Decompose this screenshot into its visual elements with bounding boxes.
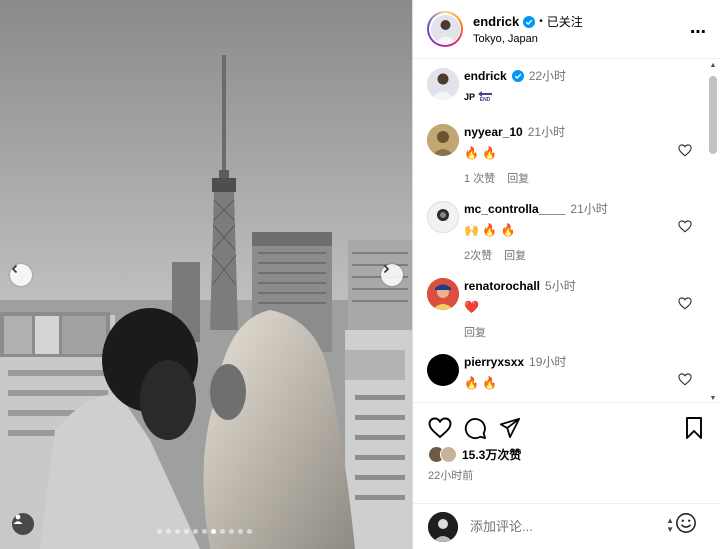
scrollbar-thumb[interactable] <box>709 76 717 154</box>
comment-username[interactable]: nyyear_10 <box>464 124 523 140</box>
comment-time[interactable]: 21小时 <box>570 201 607 217</box>
author-username[interactable]: endrick <box>473 14 519 29</box>
comment-username[interactable]: mc_controlla____ <box>464 201 565 217</box>
caption-time[interactable]: 22小时 <box>529 68 566 84</box>
comment-username[interactable]: pierryxsxx <box>464 354 524 370</box>
comment-text: 🔥 🔥 <box>464 376 498 390</box>
comment-text: 🙌 🔥 🔥 <box>464 223 516 237</box>
carousel-dot <box>211 529 216 534</box>
post-details-panel: endrick • 已关注 Tokyo, Japan ⋯ endrick 22小… <box>412 0 720 549</box>
carousel-dot <box>175 529 180 534</box>
reply-button[interactable]: 回复 <box>507 170 529 186</box>
carousel-dot <box>220 529 225 534</box>
save-bookmark-icon[interactable] <box>685 417 703 439</box>
comment-time[interactable]: 21小时 <box>528 124 565 140</box>
more-options-icon[interactable]: ⋯ <box>690 22 707 42</box>
comment-likes[interactable]: 2次赞 <box>464 247 492 263</box>
player-avatar-image <box>430 14 460 44</box>
author-avatar[interactable] <box>427 11 463 47</box>
end-flag-icon: END <box>478 90 493 104</box>
post-header: endrick • 已关注 Tokyo, Japan ⋯ <box>413 0 720 59</box>
post-photo <box>0 0 412 549</box>
comment-row: renatorochall 5小时 ❤️ 回复 <box>427 278 576 340</box>
liker-avatar <box>440 446 457 463</box>
chevron-left-icon <box>11 264 18 274</box>
comment-input[interactable] <box>470 519 650 534</box>
commenter-avatar[interactable] <box>427 201 459 233</box>
carousel-dot <box>202 529 207 534</box>
input-stepper-icon[interactable]: ▲ ▼ <box>666 516 674 534</box>
scroll-up-arrow-icon[interactable]: ▲ <box>709 62 717 69</box>
photo-image <box>0 0 412 549</box>
scroll-down-arrow-icon[interactable]: ▼ <box>709 395 717 402</box>
verified-badge-icon <box>523 15 536 28</box>
comment-text: 🔥 🔥 <box>464 146 498 160</box>
commenter-avatar-image <box>427 124 459 156</box>
post-timestamp[interactable]: 22小时前 <box>428 467 473 483</box>
commenter-avatar[interactable] <box>427 354 459 386</box>
previous-photo-button[interactable] <box>10 264 32 286</box>
share-send-icon[interactable] <box>499 417 521 439</box>
comments-scrollbar[interactable]: ▲ ▼ <box>709 62 717 402</box>
end-flag-label: END <box>479 96 491 103</box>
comment-likes[interactable]: 1 次赞 <box>464 170 495 186</box>
comment-text: ❤️ <box>464 300 479 314</box>
tagged-users-button[interactable] <box>12 513 34 535</box>
comment-row: pierryxsxx19小时 🔥 🔥 回复 <box>427 354 566 402</box>
commenter-avatar-image <box>428 202 458 232</box>
carousel-dot <box>247 529 252 534</box>
likes-summary[interactable]: 15.3万次赞 <box>428 446 521 463</box>
carousel-dot <box>238 529 243 534</box>
verified-badge-icon <box>511 70 524 82</box>
caption-username[interactable]: endrick <box>464 68 507 84</box>
post-actions: 15.3万次赞 22小时前 <box>413 402 720 506</box>
comment-time[interactable]: 5小时 <box>545 278 576 294</box>
emoji-icon[interactable] <box>675 512 697 534</box>
current-user-avatar <box>428 511 458 542</box>
reply-button[interactable]: 回复 <box>504 247 526 263</box>
comment-time[interactable]: 19小时 <box>529 354 566 370</box>
carousel-dot <box>229 529 234 534</box>
like-count[interactable]: 15.3万次赞 <box>462 446 521 463</box>
caption-row: endrick 22小时 JP END <box>427 68 566 105</box>
carousel-dot <box>157 529 162 534</box>
caption-text: JP <box>464 92 476 102</box>
carousel-indicator <box>157 529 252 534</box>
like-comment-heart-icon[interactable] <box>678 373 692 386</box>
reply-button[interactable]: 回复 <box>464 324 486 340</box>
commenter-avatar-image <box>427 278 459 310</box>
current-user-avatar-image <box>428 511 458 542</box>
carousel-dot <box>193 529 198 534</box>
comment-bubble-icon[interactable] <box>464 417 487 440</box>
comment-row: mc_controlla____ 21小时 🙌 🔥 🔥 2次赞 回复 <box>427 201 608 263</box>
like-comment-heart-icon[interactable] <box>678 297 692 310</box>
player-avatar-image <box>427 68 459 100</box>
carousel-dot <box>166 529 171 534</box>
comment-username[interactable]: renatorochall <box>464 278 540 294</box>
add-comment-bar: ▲▼ <box>413 503 720 549</box>
like-comment-heart-icon[interactable] <box>678 220 692 233</box>
like-comment-heart-icon[interactable] <box>678 144 692 157</box>
following-button[interactable]: 已关注 <box>547 13 583 30</box>
post-location[interactable]: Tokyo, Japan <box>473 33 583 45</box>
commenter-avatar[interactable] <box>427 124 459 156</box>
comments-list: endrick 22小时 JP END nyyear_10 21小时 🔥 🔥 1… <box>413 60 720 402</box>
comment-row: nyyear_10 21小时 🔥 🔥 1 次赞 回复 <box>427 124 565 186</box>
commenter-avatar[interactable] <box>427 278 459 310</box>
chevron-right-icon <box>383 264 390 274</box>
carousel-dot <box>184 529 189 534</box>
next-photo-button[interactable] <box>381 264 403 286</box>
person-icon <box>13 514 23 524</box>
separator-dot: • <box>539 16 543 27</box>
like-heart-icon[interactable] <box>428 417 452 439</box>
caption-author-avatar[interactable] <box>427 68 459 100</box>
